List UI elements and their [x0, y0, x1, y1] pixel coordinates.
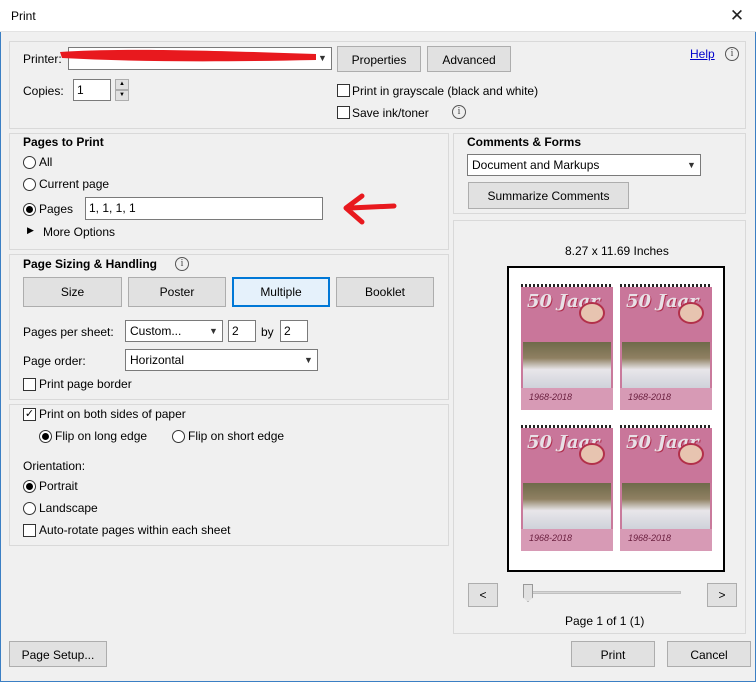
thumbnail-years: 1968-2018 [529, 533, 573, 543]
grayscale-label: Print in grayscale (black and white) [352, 84, 539, 98]
both-sides-label: Print on both sides of paper [39, 407, 186, 421]
pages-range-input[interactable]: 1, 1, 1, 1 [85, 197, 323, 220]
preview-page: 50 Jaar 1968-2018 50 Jaar 1968-2018 50 J… [507, 266, 725, 572]
preview-thumbnail: 50 Jaar 1968-2018 [521, 284, 613, 410]
group-photo [622, 483, 710, 529]
radio-current-label: Current page [39, 177, 110, 191]
radio-portrait[interactable] [23, 480, 36, 493]
landscape-label: Landscape [39, 501, 98, 515]
pages-per-sheet-label: Pages per sheet: [23, 325, 114, 339]
group-photo [523, 483, 611, 529]
poster-button[interactable]: Poster [128, 277, 226, 307]
summarize-comments-button[interactable]: Summarize Comments [468, 182, 629, 209]
group-photo [523, 342, 611, 388]
page-order-value: Horizontal [130, 353, 185, 367]
group-photo [622, 342, 710, 388]
properties-button[interactable]: Properties [337, 46, 421, 72]
ball-graphic [678, 302, 704, 324]
thumbnail-years: 1968-2018 [529, 392, 573, 402]
auto-rotate-label: Auto-rotate pages within each sheet [39, 523, 231, 537]
page-order-select[interactable]: Horizontal ▼ [125, 349, 318, 371]
ball-graphic [579, 302, 605, 324]
page-status: Page 1 of 1 (1) [565, 614, 645, 628]
page-order-label: Page order: [23, 354, 86, 368]
ball-graphic [678, 443, 704, 465]
orientation-label: Orientation: [23, 459, 86, 473]
radio-landscape[interactable] [23, 502, 36, 515]
pages-to-print-heading: Pages to Print [23, 135, 104, 149]
printer-label: Printer: [23, 52, 62, 66]
radio-long-edge[interactable] [39, 430, 52, 443]
info-icon[interactable]: i [452, 105, 466, 119]
multiple-button[interactable]: Multiple [232, 277, 330, 307]
print-button[interactable]: Print [571, 641, 655, 667]
info-icon[interactable]: i [175, 257, 189, 271]
preview-thumbnail: 50 Jaar 1968-2018 [521, 425, 613, 551]
preview-thumbnail: 50 Jaar 1968-2018 [620, 425, 712, 551]
page-setup-button[interactable]: Page Setup... [9, 641, 107, 667]
title-bar: Print ✕ [0, 0, 756, 32]
cancel-button[interactable]: Cancel [667, 641, 751, 667]
radio-all[interactable] [23, 156, 36, 169]
radio-pages-label: Pages [39, 202, 74, 216]
print-border-label: Print page border [39, 377, 132, 391]
chevron-down-icon: ▼ [304, 355, 313, 365]
stepper-down-icon[interactable]: ▼ [115, 90, 129, 101]
portrait-label: Portrait [39, 479, 78, 493]
short-edge-label: Flip on short edge [188, 429, 285, 443]
copies-input[interactable]: 1 [73, 79, 111, 101]
stepper-up-icon[interactable]: ▲ [115, 79, 129, 90]
copies-stepper[interactable]: ▲ ▼ [115, 79, 129, 101]
save-ink-label: Save ink/toner [352, 106, 429, 120]
preview-slider-track[interactable] [527, 591, 681, 594]
booklet-button[interactable]: Booklet [336, 277, 434, 307]
more-options-label[interactable]: More Options [43, 225, 115, 239]
help-link[interactable]: Help [690, 47, 715, 61]
thumbnail-years: 1968-2018 [628, 533, 672, 543]
next-page-button[interactable]: > [707, 583, 737, 607]
redaction-scribble [60, 49, 316, 62]
comments-heading: Comments & Forms [467, 135, 582, 149]
paper-size-label: 8.27 x 11.69 Inches [565, 244, 669, 258]
print-border-checkbox[interactable] [23, 378, 36, 391]
annotation-arrow [343, 193, 397, 225]
rows-input[interactable]: 2 [280, 320, 308, 342]
thumbnail-years: 1968-2018 [628, 392, 672, 402]
advanced-button[interactable]: Advanced [427, 46, 511, 72]
columns-input[interactable]: 2 [228, 320, 256, 342]
copies-label: Copies: [23, 84, 64, 98]
close-icon[interactable]: ✕ [726, 5, 748, 27]
auto-rotate-checkbox[interactable] [23, 524, 36, 537]
long-edge-label: Flip on long edge [55, 429, 148, 443]
by-label: by [261, 325, 274, 339]
previous-page-button[interactable]: < [468, 583, 498, 607]
ball-graphic [579, 443, 605, 465]
radio-current-page[interactable] [23, 178, 36, 191]
pages-per-sheet-select[interactable]: Custom... ▼ [125, 320, 223, 342]
radio-all-label: All [39, 155, 53, 169]
window-title: Print [11, 9, 36, 23]
comments-value: Document and Markups [472, 158, 600, 172]
chevron-down-icon: ▼ [687, 160, 696, 170]
radio-short-edge[interactable] [172, 430, 185, 443]
chevron-down-icon: ▼ [209, 326, 218, 336]
grayscale-checkbox[interactable] [337, 84, 350, 97]
both-sides-checkbox[interactable]: ✓ [23, 408, 36, 421]
info-icon[interactable]: i [725, 47, 739, 61]
radio-pages[interactable] [23, 203, 36, 216]
expand-triangle-icon[interactable]: ▶ [27, 225, 34, 236]
comments-select[interactable]: Document and Markups ▼ [467, 154, 701, 176]
size-button[interactable]: Size [23, 277, 122, 307]
pages-per-sheet-value: Custom... [130, 324, 182, 338]
preview-thumbnail: 50 Jaar 1968-2018 [620, 284, 712, 410]
save-ink-checkbox[interactable] [337, 106, 350, 119]
page-sizing-heading: Page Sizing & Handling [23, 257, 158, 271]
